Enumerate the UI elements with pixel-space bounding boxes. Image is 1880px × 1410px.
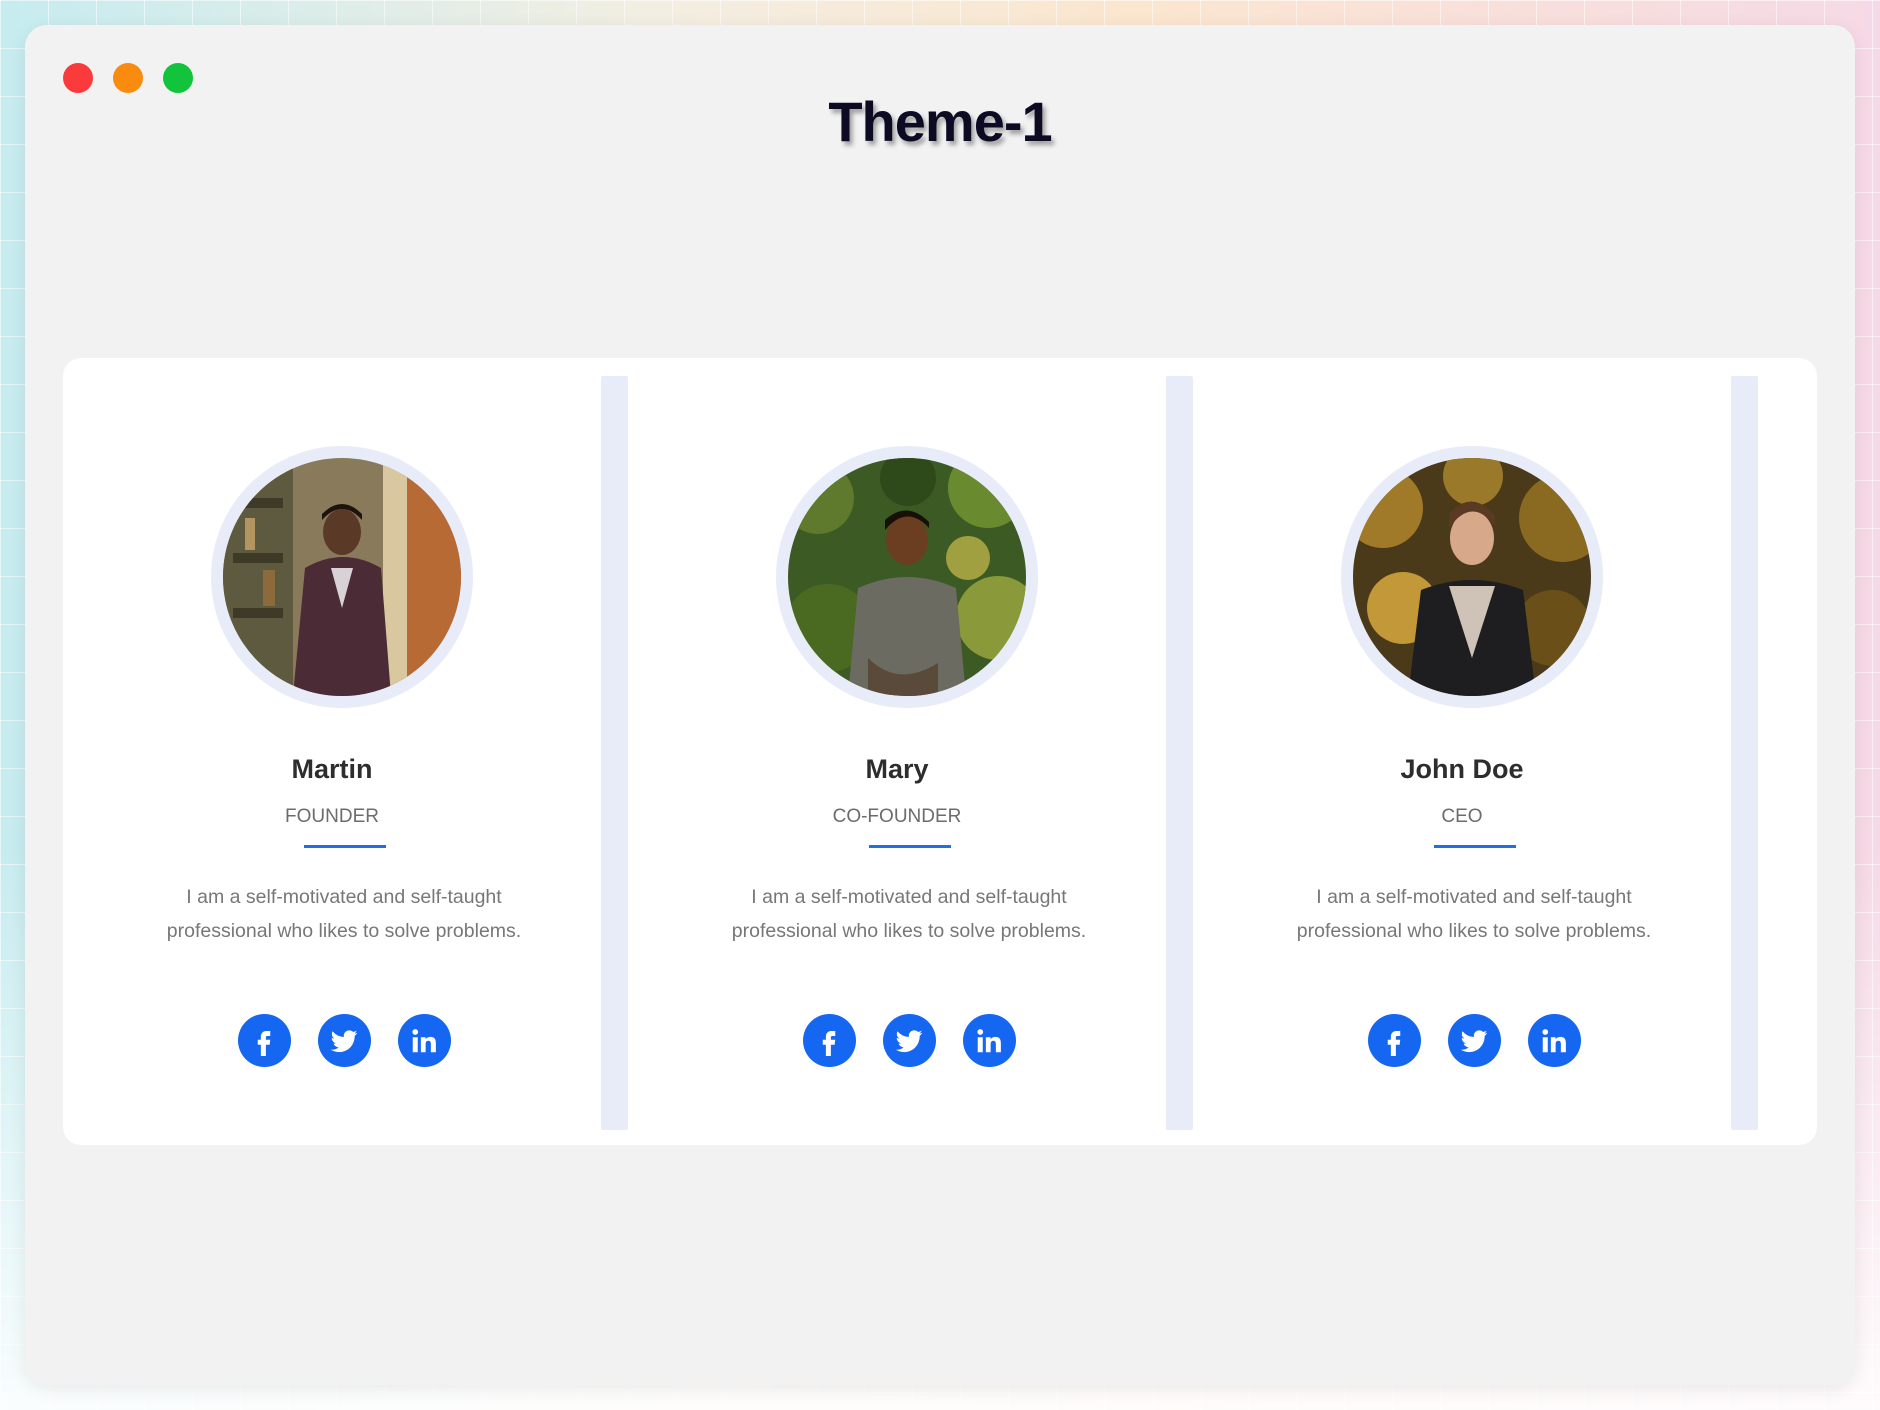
- linkedin-link[interactable]: [1527, 1014, 1581, 1067]
- profile-photo: [1353, 458, 1591, 696]
- linkedin-link[interactable]: [397, 1014, 451, 1067]
- facebook-icon: [257, 1030, 271, 1056]
- role-underline: [304, 845, 386, 848]
- linkedin-icon: [412, 1028, 436, 1052]
- facebook-icon: [822, 1030, 836, 1056]
- social-links: [1193, 1014, 1755, 1067]
- twitter-icon: [895, 1029, 923, 1052]
- avatar: [1341, 446, 1603, 708]
- member-role: CO-FOUNDER: [832, 806, 962, 827]
- profile-photo: [223, 458, 461, 696]
- member-bio: I am a self-motivated and self-taught pr…: [731, 886, 1087, 942]
- social-links: [628, 1014, 1190, 1067]
- profile-photo: [788, 458, 1026, 696]
- role-underline: [869, 845, 951, 848]
- member-name: Mary: [865, 754, 929, 784]
- team-member-mary: Mary CO-FOUNDER I am a self-motivated an…: [628, 376, 1193, 1130]
- avatar: [211, 446, 473, 708]
- twitter-link[interactable]: [317, 1014, 371, 1067]
- team-member-john-doe: John Doe CEO I am a self-motivated and s…: [1193, 376, 1758, 1130]
- window-title: Theme-1: [828, 90, 1052, 153]
- twitter-icon: [330, 1029, 358, 1052]
- member-bio: I am a self-motivated and self-taught pr…: [166, 886, 522, 942]
- social-links: [63, 1014, 625, 1067]
- team-member-martin: Martin FOUNDER I am a self-motivated and…: [63, 376, 628, 1130]
- member-bio: I am a self-motivated and self-taught pr…: [1296, 886, 1652, 942]
- facebook-link[interactable]: [802, 1014, 856, 1067]
- member-name: John Doe: [1400, 754, 1524, 784]
- app-window: Theme-1 Martin FOUNDER I am a self-motiv…: [25, 25, 1855, 1385]
- member-role: CEO: [1441, 806, 1483, 827]
- linkedin-link[interactable]: [962, 1014, 1016, 1067]
- linkedin-icon: [977, 1028, 1001, 1052]
- column-divider: [1166, 376, 1193, 1130]
- column-divider: [1731, 376, 1758, 1130]
- avatar: [776, 446, 1038, 708]
- facebook-icon: [1387, 1030, 1401, 1056]
- member-name: Martin: [291, 754, 373, 784]
- linkedin-icon: [1542, 1028, 1566, 1052]
- column-divider: [601, 376, 628, 1130]
- facebook-link[interactable]: [1367, 1014, 1421, 1067]
- twitter-link[interactable]: [1447, 1014, 1501, 1067]
- team-card: Martin FOUNDER I am a self-motivated and…: [63, 358, 1817, 1145]
- twitter-icon: [1460, 1029, 1488, 1052]
- twitter-link[interactable]: [882, 1014, 936, 1067]
- role-underline: [1434, 845, 1516, 848]
- member-role: FOUNDER: [285, 806, 379, 827]
- facebook-link[interactable]: [237, 1014, 291, 1067]
